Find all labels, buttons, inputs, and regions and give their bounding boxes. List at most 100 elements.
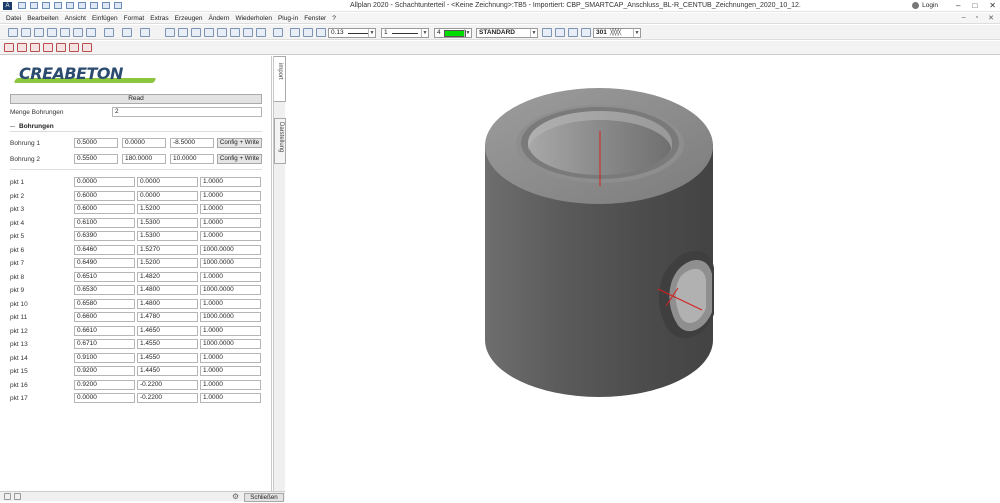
point-value-field[interactable]: 1.0000 [200, 177, 261, 187]
point-value-field[interactable]: 0.9200 [74, 379, 135, 390]
pattern-icon[interactable] [555, 28, 565, 37]
point-value-field[interactable]: 0.6000 [74, 204, 135, 214]
layer-select[interactable]: STANDARD ▼ [476, 28, 538, 38]
point-value-field[interactable]: 1.0000 [200, 231, 261, 241]
menu-fenster[interactable]: Fenster [304, 15, 326, 22]
plugin-tool-4-icon[interactable] [43, 43, 53, 52]
mirror-icon[interactable] [243, 28, 253, 37]
point-value-field[interactable]: 1.4450 [137, 366, 198, 376]
point-value-field[interactable]: 0.0000 [74, 393, 135, 403]
copy-object-icon[interactable] [217, 28, 227, 37]
point-value-field[interactable]: 1.4780 [137, 312, 198, 322]
menu-aendern[interactable]: Ändern [208, 15, 229, 22]
zoom-icon[interactable] [273, 28, 283, 37]
bohrung-value-field[interactable]: 0.0000 [122, 138, 166, 148]
point-value-field[interactable]: 1000.0000 [200, 312, 261, 322]
point-value-field[interactable]: 1.0000 [200, 298, 261, 309]
read-button[interactable]: Read [10, 94, 262, 104]
save-icon[interactable] [42, 2, 50, 9]
undo-icon[interactable] [66, 2, 74, 9]
redo-arrow-icon[interactable] [140, 28, 150, 37]
point-value-field[interactable]: 0.6710 [74, 339, 135, 349]
point-value-field[interactable]: 0.6600 [74, 312, 135, 322]
redo-icon[interactable] [78, 2, 86, 9]
maximize-icon[interactable]: □ [972, 1, 977, 10]
point-value-field[interactable]: 1.5300 [137, 231, 198, 241]
gear-icon[interactable]: ⚙ [232, 492, 239, 501]
point-value-field[interactable]: 1.0000 [200, 352, 261, 363]
point-value-field[interactable]: 0.6510 [74, 271, 135, 282]
bohrung-value-field[interactable]: -8.5000 [170, 138, 214, 148]
line-type-select[interactable]: 1 ▼ [381, 28, 429, 38]
point-value-field[interactable]: 1000.0000 [200, 339, 261, 349]
tools-icon[interactable] [114, 2, 122, 9]
plugin-tool-7-icon[interactable] [82, 43, 92, 52]
bohrung-value-field[interactable]: 10.0000 [170, 154, 214, 164]
point-value-field[interactable]: 1.4820 [137, 271, 198, 282]
move-icon[interactable] [230, 28, 240, 37]
doc-restore-icon[interactable]: ▫ [976, 14, 978, 22]
rectangle-icon[interactable] [191, 28, 201, 37]
menu-ansicht[interactable]: Ansicht [65, 15, 86, 22]
drawing-icon[interactable] [73, 28, 83, 37]
point-value-field[interactable]: 1.0000 [200, 271, 261, 282]
point-value-field[interactable]: 0.6460 [74, 244, 135, 255]
menge-bohrungen-input[interactable]: 2 [112, 107, 262, 117]
new-file-icon[interactable] [18, 2, 26, 9]
point-value-field[interactable]: 0.0000 [74, 177, 135, 187]
point-value-field[interactable]: 0.0000 [137, 177, 198, 187]
plugin-tool-1-icon[interactable] [4, 43, 14, 52]
close-icon[interactable]: ✕ [989, 1, 996, 10]
point-value-field[interactable]: 0.6390 [74, 231, 135, 241]
menu-bearbeiten[interactable]: Bearbeiten [27, 15, 58, 22]
point-value-field[interactable]: 0.6580 [74, 298, 135, 309]
plugin-tool-3-icon[interactable] [30, 43, 40, 52]
pen-icon[interactable] [316, 28, 326, 37]
point-value-field[interactable]: 0.6000 [74, 190, 135, 201]
point-value-field[interactable]: 1.4800 [137, 285, 198, 295]
pen-thickness-select[interactable]: 0.13 ▼ [328, 28, 376, 38]
settings-small-icon[interactable] [14, 493, 21, 500]
point-value-field[interactable]: -0.2200 [137, 393, 198, 403]
point-value-field[interactable]: 0.0000 [137, 190, 198, 201]
point-value-field[interactable]: 0.9200 [74, 366, 135, 376]
area-style-icon[interactable] [581, 28, 591, 37]
login-area[interactable]: Login [912, 2, 938, 9]
copy-icon[interactable] [8, 28, 18, 37]
point-value-field[interactable]: 0.6100 [74, 217, 135, 228]
point-value-field[interactable]: 1.5200 [137, 258, 198, 268]
point-value-field[interactable]: 1.0000 [200, 325, 261, 336]
doc-minimize-icon[interactable]: – [962, 14, 966, 22]
point-value-field[interactable]: 1.5270 [137, 244, 198, 255]
viewport-3d[interactable] [286, 56, 1000, 501]
pipette-icon[interactable] [303, 28, 313, 37]
palette-icon[interactable] [4, 493, 11, 500]
hatching-icon[interactable] [568, 28, 578, 37]
bohrung-value-field[interactable]: 0.5000 [74, 138, 118, 148]
menu-datei[interactable]: Datei [6, 15, 21, 22]
plugin-tool-2-icon[interactable] [17, 43, 27, 52]
point-value-field[interactable]: 0.6610 [74, 325, 135, 336]
layer-settings-icon[interactable] [542, 28, 552, 37]
layer-icon[interactable] [47, 28, 57, 37]
menu-einfuegen[interactable]: Einfügen [92, 15, 118, 22]
pattern-select[interactable]: 301 ╳╳╳╳ ▼ [593, 28, 641, 38]
plugin-tool-5-icon[interactable] [56, 43, 66, 52]
menu-erzeugen[interactable]: Erzeugen [175, 15, 203, 22]
point-value-field[interactable]: 0.9100 [74, 352, 135, 363]
config-write-button[interactable]: Config + Write [217, 138, 262, 148]
point-value-field[interactable]: 1.0000 [200, 393, 261, 403]
point-value-field[interactable]: 1.0000 [200, 204, 261, 214]
point-value-field[interactable]: 1.0000 [200, 190, 261, 201]
open-file-icon[interactable] [30, 2, 38, 9]
point-value-field[interactable]: 1000.0000 [200, 285, 261, 295]
point-value-field[interactable]: 1.4800 [137, 298, 198, 309]
menu-plugin[interactable]: Plug-in [278, 15, 298, 22]
point-value-field[interactable]: 1000.0000 [200, 244, 261, 255]
format-painter-icon[interactable] [290, 28, 300, 37]
measure-icon[interactable] [165, 28, 175, 37]
tab-darstellung[interactable]: Darstellung [274, 118, 286, 164]
print-icon[interactable] [54, 2, 62, 9]
plugin-tool-6-icon[interactable] [69, 43, 79, 52]
point-value-field[interactable]: 1.4650 [137, 325, 198, 336]
